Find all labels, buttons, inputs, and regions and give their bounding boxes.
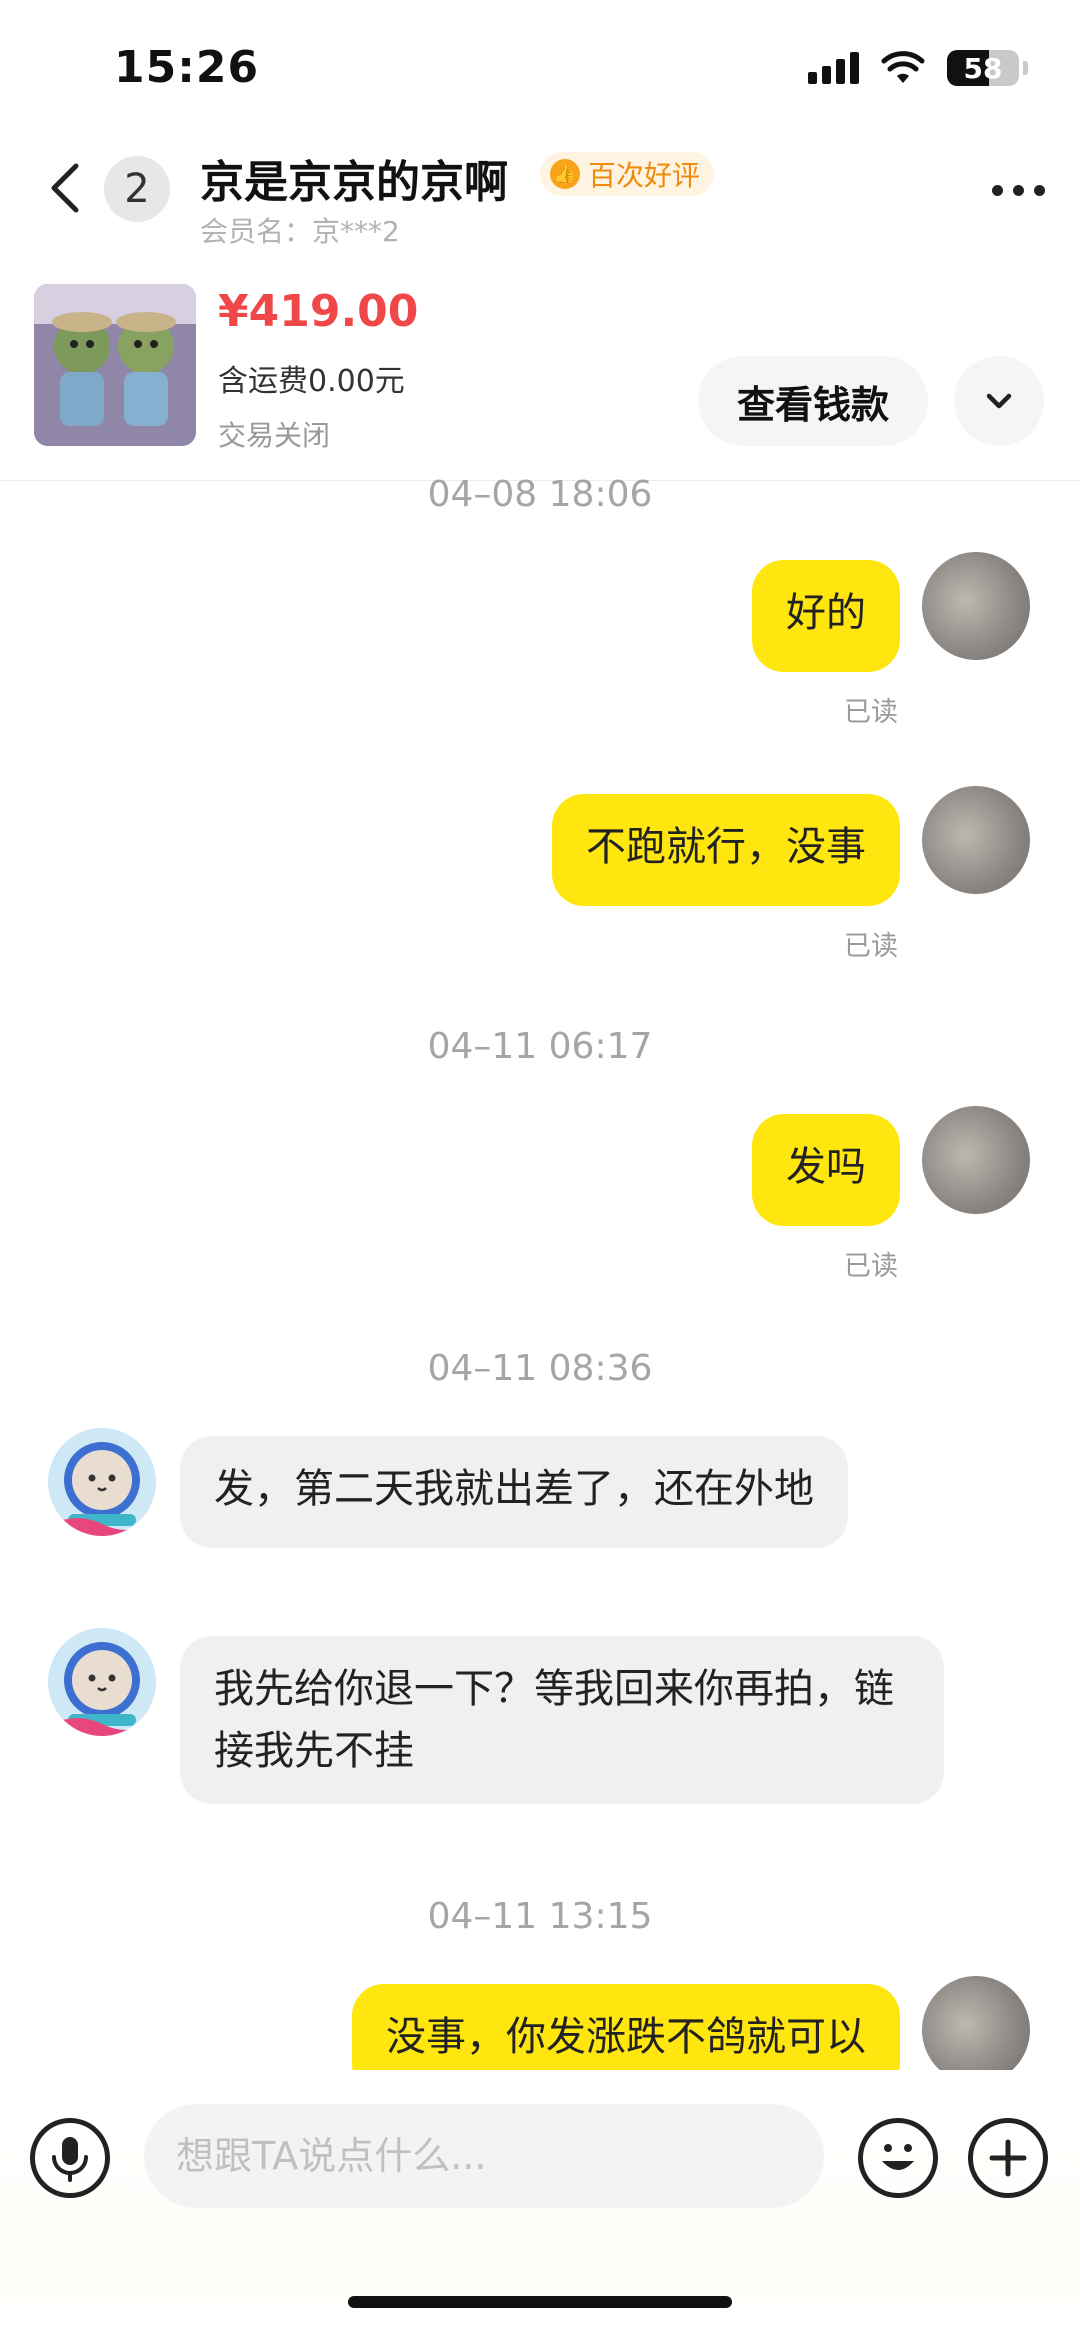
battery-tip xyxy=(1023,61,1028,75)
expand-button[interactable] xyxy=(954,356,1044,446)
member-name: 会员名：京***2 xyxy=(200,215,400,248)
more-options-button[interactable] xyxy=(986,170,1050,210)
seller-avatar[interactable] xyxy=(48,1628,156,1736)
cat-astronaut-avatar-icon xyxy=(48,1628,156,1736)
battery-icon: 58 xyxy=(947,50,1019,86)
view-payment-button[interactable]: 查看钱款 xyxy=(698,356,928,446)
plus-icon xyxy=(989,2139,1027,2177)
unread-count-badge[interactable]: 2 xyxy=(104,156,170,222)
my-avatar[interactable] xyxy=(922,552,1030,660)
add-button[interactable] xyxy=(968,2118,1048,2198)
timestamp: 04–11 06:17 xyxy=(427,1026,653,1067)
chevron-left-icon xyxy=(51,163,79,213)
wifi-icon xyxy=(881,51,925,83)
product-thumbnail[interactable] xyxy=(34,284,196,446)
timestamp: 04–11 13:15 xyxy=(427,1896,653,1937)
plush-toys-image xyxy=(34,284,196,446)
message-bubble-mine[interactable]: 没事，你发涨跌不鸽就可以 xyxy=(352,1984,900,2070)
message-bubble-mine[interactable]: 不跑就行，没事 xyxy=(552,794,900,906)
emoji-icon xyxy=(882,2144,914,2170)
timestamp: 04–11 08:36 xyxy=(427,1348,653,1389)
cellular-signal-icon xyxy=(808,52,859,84)
more-dot-icon xyxy=(991,184,1003,196)
message-input[interactable] xyxy=(144,2104,824,2208)
more-dot-icon xyxy=(1033,184,1045,196)
rating-badge[interactable]: 👍 百次好评 xyxy=(540,152,715,196)
message-bubble-mine[interactable]: 好的 xyxy=(752,560,900,672)
status-time: 15:26 xyxy=(114,42,260,93)
seller-avatar[interactable] xyxy=(48,1428,156,1536)
cat-astronaut-avatar-icon xyxy=(48,1428,156,1536)
chevron-down-icon xyxy=(986,393,1012,409)
emoji-button[interactable] xyxy=(858,2118,938,2198)
trade-status: 交易关闭 xyxy=(218,419,331,452)
status-icons: 58 xyxy=(808,50,1028,86)
timestamp: 04–08 18:06 xyxy=(427,474,653,515)
clipped-message-row: 没事，你发涨跌不鸽就可以 xyxy=(0,1970,1080,2070)
battery-level: 58 xyxy=(963,51,1003,85)
more-dot-icon xyxy=(1012,184,1024,196)
read-receipt: 已读 xyxy=(844,1251,898,1282)
voice-button[interactable] xyxy=(30,2118,110,2198)
chat-title[interactable]: 京是京京的京啊 xyxy=(200,146,508,210)
message-bubble-theirs[interactable]: 我先给你退一下？等我回来你再拍，链接我先不挂 xyxy=(180,1636,944,1804)
microphone-icon xyxy=(52,2137,88,2182)
thumbs-up-icon: 👍 xyxy=(550,159,580,189)
rating-badge-label: 百次好评 xyxy=(588,159,701,192)
read-receipt: 已读 xyxy=(844,697,898,728)
back-button[interactable] xyxy=(40,160,96,216)
home-indicator xyxy=(348,2296,732,2308)
my-avatar[interactable] xyxy=(922,1976,1030,2070)
read-receipt: 已读 xyxy=(844,931,898,962)
message-bubble-theirs[interactable]: 发，第二天我就出差了，还在外地 xyxy=(180,1436,848,1548)
my-avatar[interactable] xyxy=(922,1106,1030,1214)
message-bubble-mine[interactable]: 发吗 xyxy=(752,1114,900,1226)
product-price: ¥419.00 xyxy=(218,286,419,337)
my-avatar[interactable] xyxy=(922,786,1030,894)
product-shipping: 含运费0.00元 xyxy=(218,364,405,399)
